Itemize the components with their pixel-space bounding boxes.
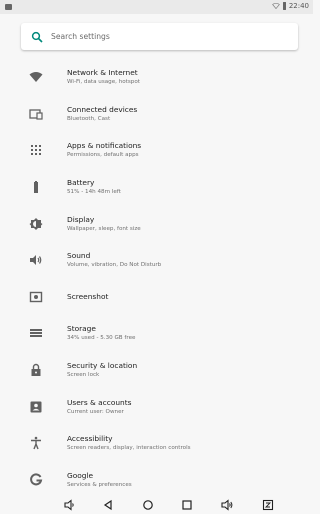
wifi-icon — [29, 70, 43, 84]
setting-network-internet[interactable]: Network & Internet Wi-Fi, data usage, hot… — [0, 59, 313, 96]
setting-title: Connected devices — [67, 104, 138, 114]
setting-subtitle: Current user: Owner — [67, 408, 124, 415]
storage-icon — [29, 326, 43, 340]
battery-icon — [29, 180, 43, 194]
search-bar[interactable] — [21, 23, 298, 50]
setting-display[interactable]: Display Wallpaper, sleep, font size — [0, 205, 313, 242]
setting-google[interactable]: Google Services & preferences — [0, 462, 313, 499]
setting-title: Display — [67, 214, 95, 224]
navigation-bar — [0, 496, 313, 514]
home-icon[interactable] — [142, 499, 154, 511]
brightness-icon — [29, 217, 43, 231]
devices-icon — [29, 107, 43, 121]
setting-subtitle: Services & preferences — [67, 481, 132, 488]
volume-up-icon[interactable] — [221, 499, 233, 511]
setting-title: Accessibility — [67, 434, 113, 444]
notification-icon — [5, 4, 12, 10]
setting-battery[interactable]: Battery 51% - 14h 48m left — [0, 169, 313, 206]
setting-title: Battery — [67, 178, 95, 188]
setting-title: Sound — [67, 251, 91, 261]
volume-down-icon[interactable] — [63, 499, 75, 511]
setting-subtitle: Wi-Fi, data usage, hotspot — [67, 79, 140, 86]
status-time: 22:40 — [288, 2, 309, 10]
apps-icon — [29, 143, 43, 157]
setting-title: Google — [67, 470, 94, 480]
setting-subtitle: 51% - 14h 48m left — [67, 189, 121, 196]
setting-subtitle: Bluetooth, Cast — [67, 115, 111, 122]
setting-connected-devices[interactable]: Connected devices Bluetooth, Cast — [0, 96, 313, 133]
back-icon[interactable] — [102, 499, 114, 511]
search-icon — [31, 31, 43, 43]
google-icon — [29, 473, 43, 487]
setting-users-accounts[interactable]: Users & accounts Current user: Owner — [0, 388, 313, 425]
setting-apps-notifications[interactable]: Apps & notifications Permissions, default… — [0, 132, 313, 169]
settings-list: Network & Internet Wi-Fi, data usage, hot… — [0, 59, 313, 498]
setting-sound[interactable]: Sound Volume, vibration, Do Not Disturb — [0, 242, 313, 279]
setting-subtitle: Volume, vibration, Do Not Disturb — [67, 262, 162, 269]
setting-subtitle: Wallpaper, sleep, font size — [67, 225, 141, 232]
lock-icon — [29, 363, 43, 377]
search-input[interactable] — [51, 32, 271, 41]
screenshot-nav-icon[interactable] — [262, 499, 274, 511]
setting-title: Screenshot — [67, 291, 109, 301]
battery-status-icon — [282, 2, 286, 10]
setting-title: Users & accounts — [67, 397, 132, 407]
setting-title: Apps & notifications — [67, 141, 142, 151]
setting-title: Storage — [67, 324, 96, 334]
account-icon — [29, 400, 43, 414]
setting-screenshot[interactable]: Screenshot — [0, 279, 313, 316]
setting-title: Security & location — [67, 361, 138, 371]
volume-icon — [29, 253, 43, 267]
status-bar: 22:40 — [0, 0, 313, 14]
screenshot-icon — [29, 290, 43, 304]
setting-subtitle: Screen readers, display, interaction con… — [67, 445, 191, 452]
setting-title: Network & Internet — [67, 68, 138, 78]
setting-subtitle: 34% used - 5.30 GB free — [67, 335, 136, 342]
setting-accessibility[interactable]: Accessibility Screen readers, display, in… — [0, 425, 313, 462]
setting-security-location[interactable]: Security & location Screen lock — [0, 352, 313, 389]
wifi-status-icon — [272, 3, 280, 9]
setting-subtitle: Permissions, default apps — [67, 152, 139, 159]
setting-storage[interactable]: Storage 34% used - 5.30 GB free — [0, 315, 313, 352]
accessibility-icon — [29, 436, 43, 450]
setting-subtitle: Screen lock — [67, 372, 100, 379]
recents-icon[interactable] — [181, 499, 193, 511]
